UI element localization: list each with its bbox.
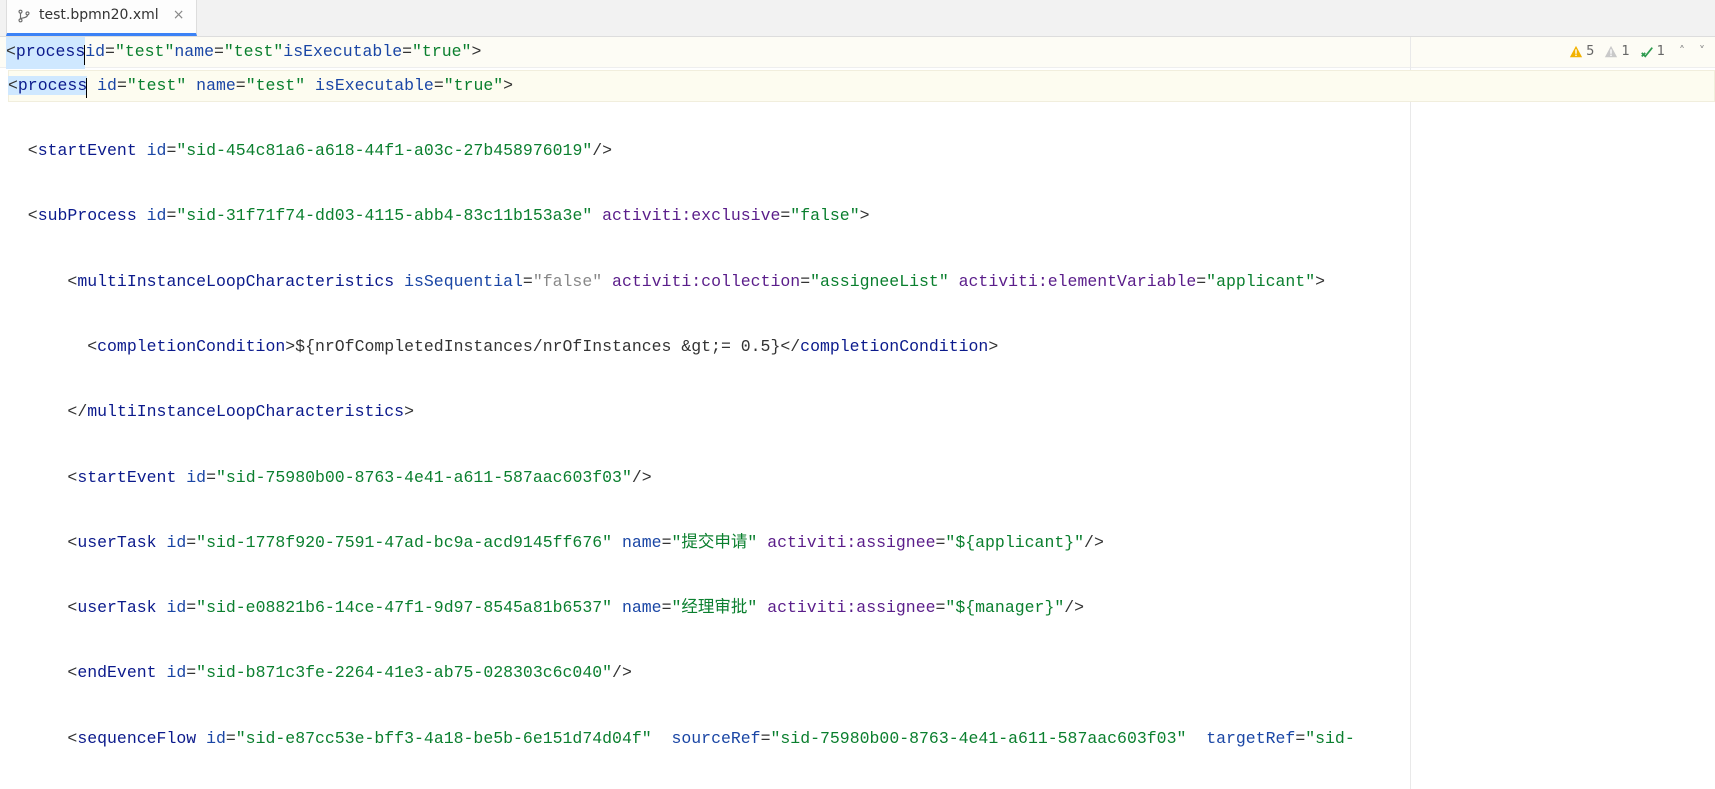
code-line: <userTask id="sid-1778f920-7591-47ad-bc9…: [8, 527, 1715, 560]
close-icon[interactable]: ×: [173, 2, 185, 30]
code-line: <userTask id="sid-e08821b6-14ce-47f1-9d9…: [8, 592, 1715, 625]
code-line: <multiInstanceLoopCharacteristics isSequ…: [8, 266, 1715, 299]
code-line: <startEvent id="sid-454c81a6-a618-44f1-a…: [8, 135, 1715, 168]
tab-bar: test.bpmn20.xml ×: [0, 0, 1715, 37]
code-editor[interactable]: <process id="test" name="test" isExecuta…: [0, 37, 1715, 789]
code-line: <startEvent id="sid-75980b00-8763-4e41-a…: [8, 462, 1715, 495]
file-tab-active[interactable]: test.bpmn20.xml ×: [6, 0, 197, 36]
code-line: <completionCondition>${nrOfCompletedInst…: [8, 331, 1715, 364]
code-line: </multiInstanceLoopCharacteristics>: [8, 396, 1715, 429]
code-line: <sequenceFlow id="sid-e87cc53e-bff3-4a18…: [8, 723, 1715, 756]
git-branch-icon: [17, 9, 31, 23]
code-line: <subProcess id="sid-31f71f74-dd03-4115-a…: [8, 200, 1715, 233]
code-line: <endEvent id="sid-b871c3fe-2264-41e3-ab7…: [8, 657, 1715, 690]
tab-filename: test.bpmn20.xml: [39, 2, 159, 30]
code-line: <process id="test" name="test" isExecuta…: [8, 70, 1715, 103]
